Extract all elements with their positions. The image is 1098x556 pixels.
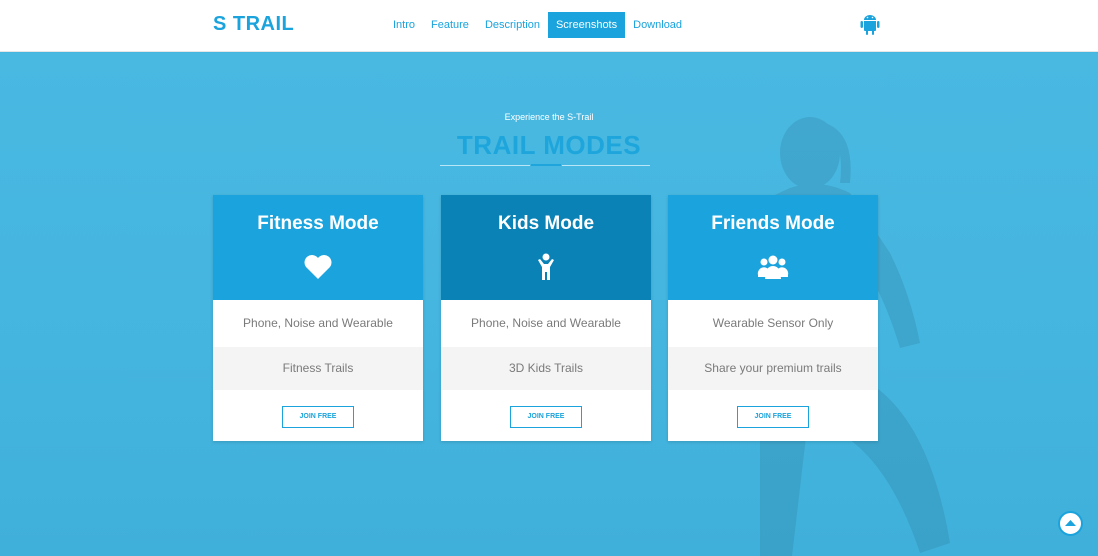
brand-logo[interactable]: S TRAIL <box>213 13 294 36</box>
card-feature: Phone, Noise and Wearable <box>243 316 393 330</box>
card-footer: JOIN FREE <box>213 390 423 441</box>
card-feature: Share your premium trails <box>668 347 878 390</box>
card-header: Friends Mode <box>668 195 878 300</box>
android-icon[interactable] <box>860 13 880 35</box>
main-nav: Intro Feature Description Screenshots Do… <box>385 12 690 38</box>
top-navbar: S TRAIL Intro Feature Description Screen… <box>0 0 1098 52</box>
nav-download[interactable]: Download <box>625 12 690 38</box>
card-feature: 3D Kids Trails <box>441 347 651 390</box>
heart-icon <box>304 255 332 279</box>
section-kicker: Experience the S-Trail <box>504 112 594 122</box>
users-icon <box>757 255 789 279</box>
title-divider-center <box>531 164 561 166</box>
card-fitness-mode: Fitness Mode Phone, Noise and Wearable F… <box>213 195 423 441</box>
card-feature: Fitness Trails <box>213 347 423 390</box>
join-free-button[interactable]: JOIN FREE <box>282 406 354 428</box>
nav-screenshots[interactable]: Screenshots <box>547 12 626 38</box>
child-icon <box>538 253 554 280</box>
nav-description[interactable]: Description <box>477 12 548 38</box>
chevron-up-icon <box>1065 520 1076 526</box>
card-friends-mode: Friends Mode Wearable Sensor Only Share … <box>668 195 878 441</box>
card-footer: JOIN FREE <box>668 390 878 441</box>
card-header: Fitness Mode <box>213 195 423 300</box>
join-free-button[interactable]: JOIN FREE <box>737 406 809 428</box>
card-title: Friends Mode <box>711 213 835 234</box>
scroll-to-top-button[interactable] <box>1058 511 1083 536</box>
card-header: Kids Mode <box>441 195 651 300</box>
nav-feature[interactable]: Feature <box>423 12 477 38</box>
card-feature: Phone, Noise and Wearable <box>471 316 621 330</box>
join-free-button[interactable]: JOIN FREE <box>510 406 582 428</box>
card-feature: Wearable Sensor Only <box>712 316 834 330</box>
section-title: TRAIL MODES <box>456 130 642 160</box>
card-footer: JOIN FREE <box>441 390 651 441</box>
card-kids-mode: Kids Mode Phone, Noise and Wearable 3D K… <box>441 195 651 441</box>
card-title: Fitness Mode <box>257 213 379 234</box>
title-divider-left <box>440 165 530 166</box>
card-title: Kids Mode <box>497 213 595 234</box>
title-divider-right <box>562 165 650 166</box>
nav-intro[interactable]: Intro <box>385 12 423 38</box>
